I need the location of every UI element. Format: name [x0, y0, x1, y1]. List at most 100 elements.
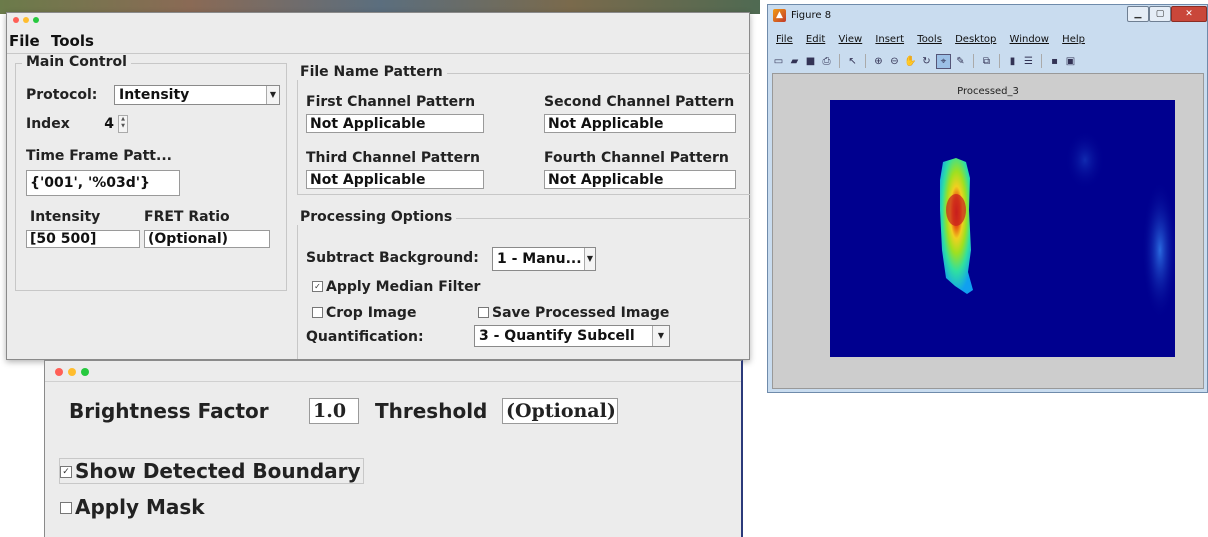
index-field[interactable]: 4: [88, 114, 118, 133]
file-name-pattern-legend: File Name Pattern: [296, 64, 447, 80]
close-dot[interactable]: [55, 368, 63, 376]
main-control-panel: Main Control Protocol: Intensity ▼ Index…: [15, 54, 287, 291]
chevron-down-icon[interactable]: ▼: [584, 248, 595, 270]
index-spinner[interactable]: ▲ ▼: [118, 115, 128, 133]
cell-hotspot: [946, 194, 966, 226]
figure-toolbar: ▭ ▰ ■ ⎙ ↖ ⊕ ⊖ ✋ ↻ ⌖ ✎ ⧉ ▮ ☰ ▪ ▣: [772, 51, 1204, 71]
window-controls: [55, 368, 89, 376]
checkbox-checked-icon[interactable]: ✓: [312, 280, 323, 292]
main-control-legend: Main Control: [22, 54, 131, 70]
toolbar-separator: [865, 54, 866, 68]
menu-tools[interactable]: Tools: [51, 32, 94, 50]
processing-options-legend: Processing Options: [296, 209, 457, 225]
colorbar-icon[interactable]: ▮: [1006, 55, 1019, 68]
toolbar-separator: [973, 54, 974, 68]
menu-file[interactable]: File: [9, 32, 40, 50]
protocol-select[interactable]: Intensity ▼: [114, 85, 280, 105]
pan-icon[interactable]: ✋: [904, 55, 917, 68]
zoom-dot[interactable]: [81, 368, 89, 376]
intensity-field[interactable]: [50 500]: [26, 230, 140, 248]
figure-menu-desktop[interactable]: Desktop: [955, 34, 996, 45]
median-filter-checkbox[interactable]: ✓ Apply Median Filter: [312, 279, 480, 295]
show-boundary-checkbox[interactable]: ✓ Show Detected Boundary: [59, 458, 364, 484]
title-separator: [45, 381, 741, 382]
close-dot[interactable]: [13, 17, 19, 23]
new-figure-icon[interactable]: ▭: [772, 55, 785, 68]
time-frame-field[interactable]: {'001', '%03d'}: [26, 170, 180, 196]
legend-icon[interactable]: ☰: [1022, 55, 1035, 68]
main-window: File Tools Main Control Protocol: Intens…: [6, 12, 750, 360]
subtract-background-label: Subtract Background:: [306, 250, 479, 266]
second-channel-field[interactable]: Not Applicable: [544, 114, 736, 133]
chevron-down-icon[interactable]: ▼: [266, 86, 279, 104]
minimize-button[interactable]: ▁: [1127, 6, 1149, 22]
faint-blob: [1065, 130, 1105, 190]
save-processed-label: Save Processed Image: [492, 305, 670, 321]
figure-menu-insert[interactable]: Insert: [875, 34, 904, 45]
edit-plot-icon[interactable]: ↖: [846, 55, 859, 68]
open-file-icon[interactable]: ▰: [788, 55, 801, 68]
minimize-dot[interactable]: [68, 368, 76, 376]
third-channel-field[interactable]: Not Applicable: [306, 170, 484, 189]
chevron-down-icon[interactable]: ▼: [652, 326, 669, 346]
checkbox-checked-icon[interactable]: ✓: [60, 465, 72, 478]
figure-window: ▲ Figure 8 ▁ ▢ ✕ File Edit View Insert T…: [767, 4, 1208, 393]
hide-plot-tools-icon[interactable]: ▪: [1048, 55, 1061, 68]
link-plot-icon[interactable]: ⧉: [980, 55, 993, 68]
figure-menu-view[interactable]: View: [838, 34, 862, 45]
threshold-field[interactable]: (Optional): [502, 398, 618, 424]
fret-ratio-label: FRET Ratio: [144, 209, 230, 225]
visualization-window: Brightness Factor 1.0 Threshold (Optiona…: [44, 360, 743, 537]
second-channel-label: Second Channel Pattern: [544, 94, 735, 110]
brush-icon[interactable]: ✎: [954, 55, 967, 68]
first-channel-field[interactable]: Not Applicable: [306, 114, 484, 133]
zoom-dot[interactable]: [33, 17, 39, 23]
show-boundary-label: Show Detected Boundary: [75, 459, 361, 483]
toolbar-separator: [839, 54, 840, 68]
crop-image-label: Crop Image: [326, 305, 417, 321]
zoom-in-icon[interactable]: ⊕: [872, 55, 885, 68]
figure-menu-bar: File Edit View Insert Tools Desktop Wind…: [776, 34, 1095, 45]
file-name-pattern-panel: File Name Pattern First Channel Pattern …: [296, 64, 750, 195]
maximize-button[interactable]: ▢: [1149, 6, 1171, 22]
show-plot-tools-icon[interactable]: ▣: [1064, 55, 1077, 68]
time-frame-label: Time Frame Patt...: [26, 148, 172, 164]
figure-menu-window[interactable]: Window: [1010, 34, 1049, 45]
checkbox-unchecked-icon[interactable]: [478, 306, 489, 318]
axes-title: Processed_3: [957, 86, 1019, 97]
subtract-background-select[interactable]: 1 - Manu... ▼: [492, 247, 596, 271]
save-icon[interactable]: ■: [804, 55, 817, 68]
brightness-factor-label: Brightness Factor: [69, 399, 269, 423]
fret-ratio-field[interactable]: (Optional): [144, 230, 270, 248]
subtract-background-value: 1 - Manu...: [497, 251, 582, 267]
checkbox-unchecked-icon[interactable]: [312, 306, 323, 318]
protocol-value: Intensity: [119, 87, 190, 103]
apply-mask-checkbox[interactable]: Apply Mask: [60, 495, 205, 519]
figure-menu-file[interactable]: File: [776, 34, 793, 45]
toolbar-separator: [1041, 54, 1042, 68]
close-button[interactable]: ✕: [1171, 6, 1207, 22]
figure-menu-edit[interactable]: Edit: [806, 34, 825, 45]
quantification-value: 3 - Quantify Subcell: [479, 328, 635, 344]
fourth-channel-label: Fourth Channel Pattern: [544, 150, 729, 166]
processed-image[interactable]: [830, 100, 1175, 357]
processing-options-panel: Processing Options Subtract Background: …: [296, 209, 750, 359]
data-cursor-icon[interactable]: ⌖: [936, 53, 951, 69]
figure-menu-help[interactable]: Help: [1062, 34, 1085, 45]
crop-image-checkbox[interactable]: Crop Image: [312, 305, 416, 321]
figure-menu-tools[interactable]: Tools: [917, 34, 942, 45]
quantification-select[interactable]: 3 - Quantify Subcell ▼: [474, 325, 670, 347]
save-processed-checkbox[interactable]: Save Processed Image: [478, 305, 669, 321]
first-channel-label: First Channel Pattern: [306, 94, 476, 110]
index-label: Index: [26, 116, 70, 132]
print-icon[interactable]: ⎙: [820, 55, 833, 68]
brightness-factor-field[interactable]: 1.0: [309, 398, 359, 424]
zoom-out-icon[interactable]: ⊖: [888, 55, 901, 68]
desktop: File Tools Main Control Protocol: Intens…: [0, 0, 1208, 537]
menu-bar: File Tools: [7, 31, 749, 51]
minimize-dot[interactable]: [23, 17, 29, 23]
rotate-icon[interactable]: ↻: [920, 55, 933, 68]
quantification-label: Quantification:: [306, 329, 424, 345]
fourth-channel-field[interactable]: Not Applicable: [544, 170, 736, 189]
checkbox-unchecked-icon[interactable]: [60, 501, 72, 514]
